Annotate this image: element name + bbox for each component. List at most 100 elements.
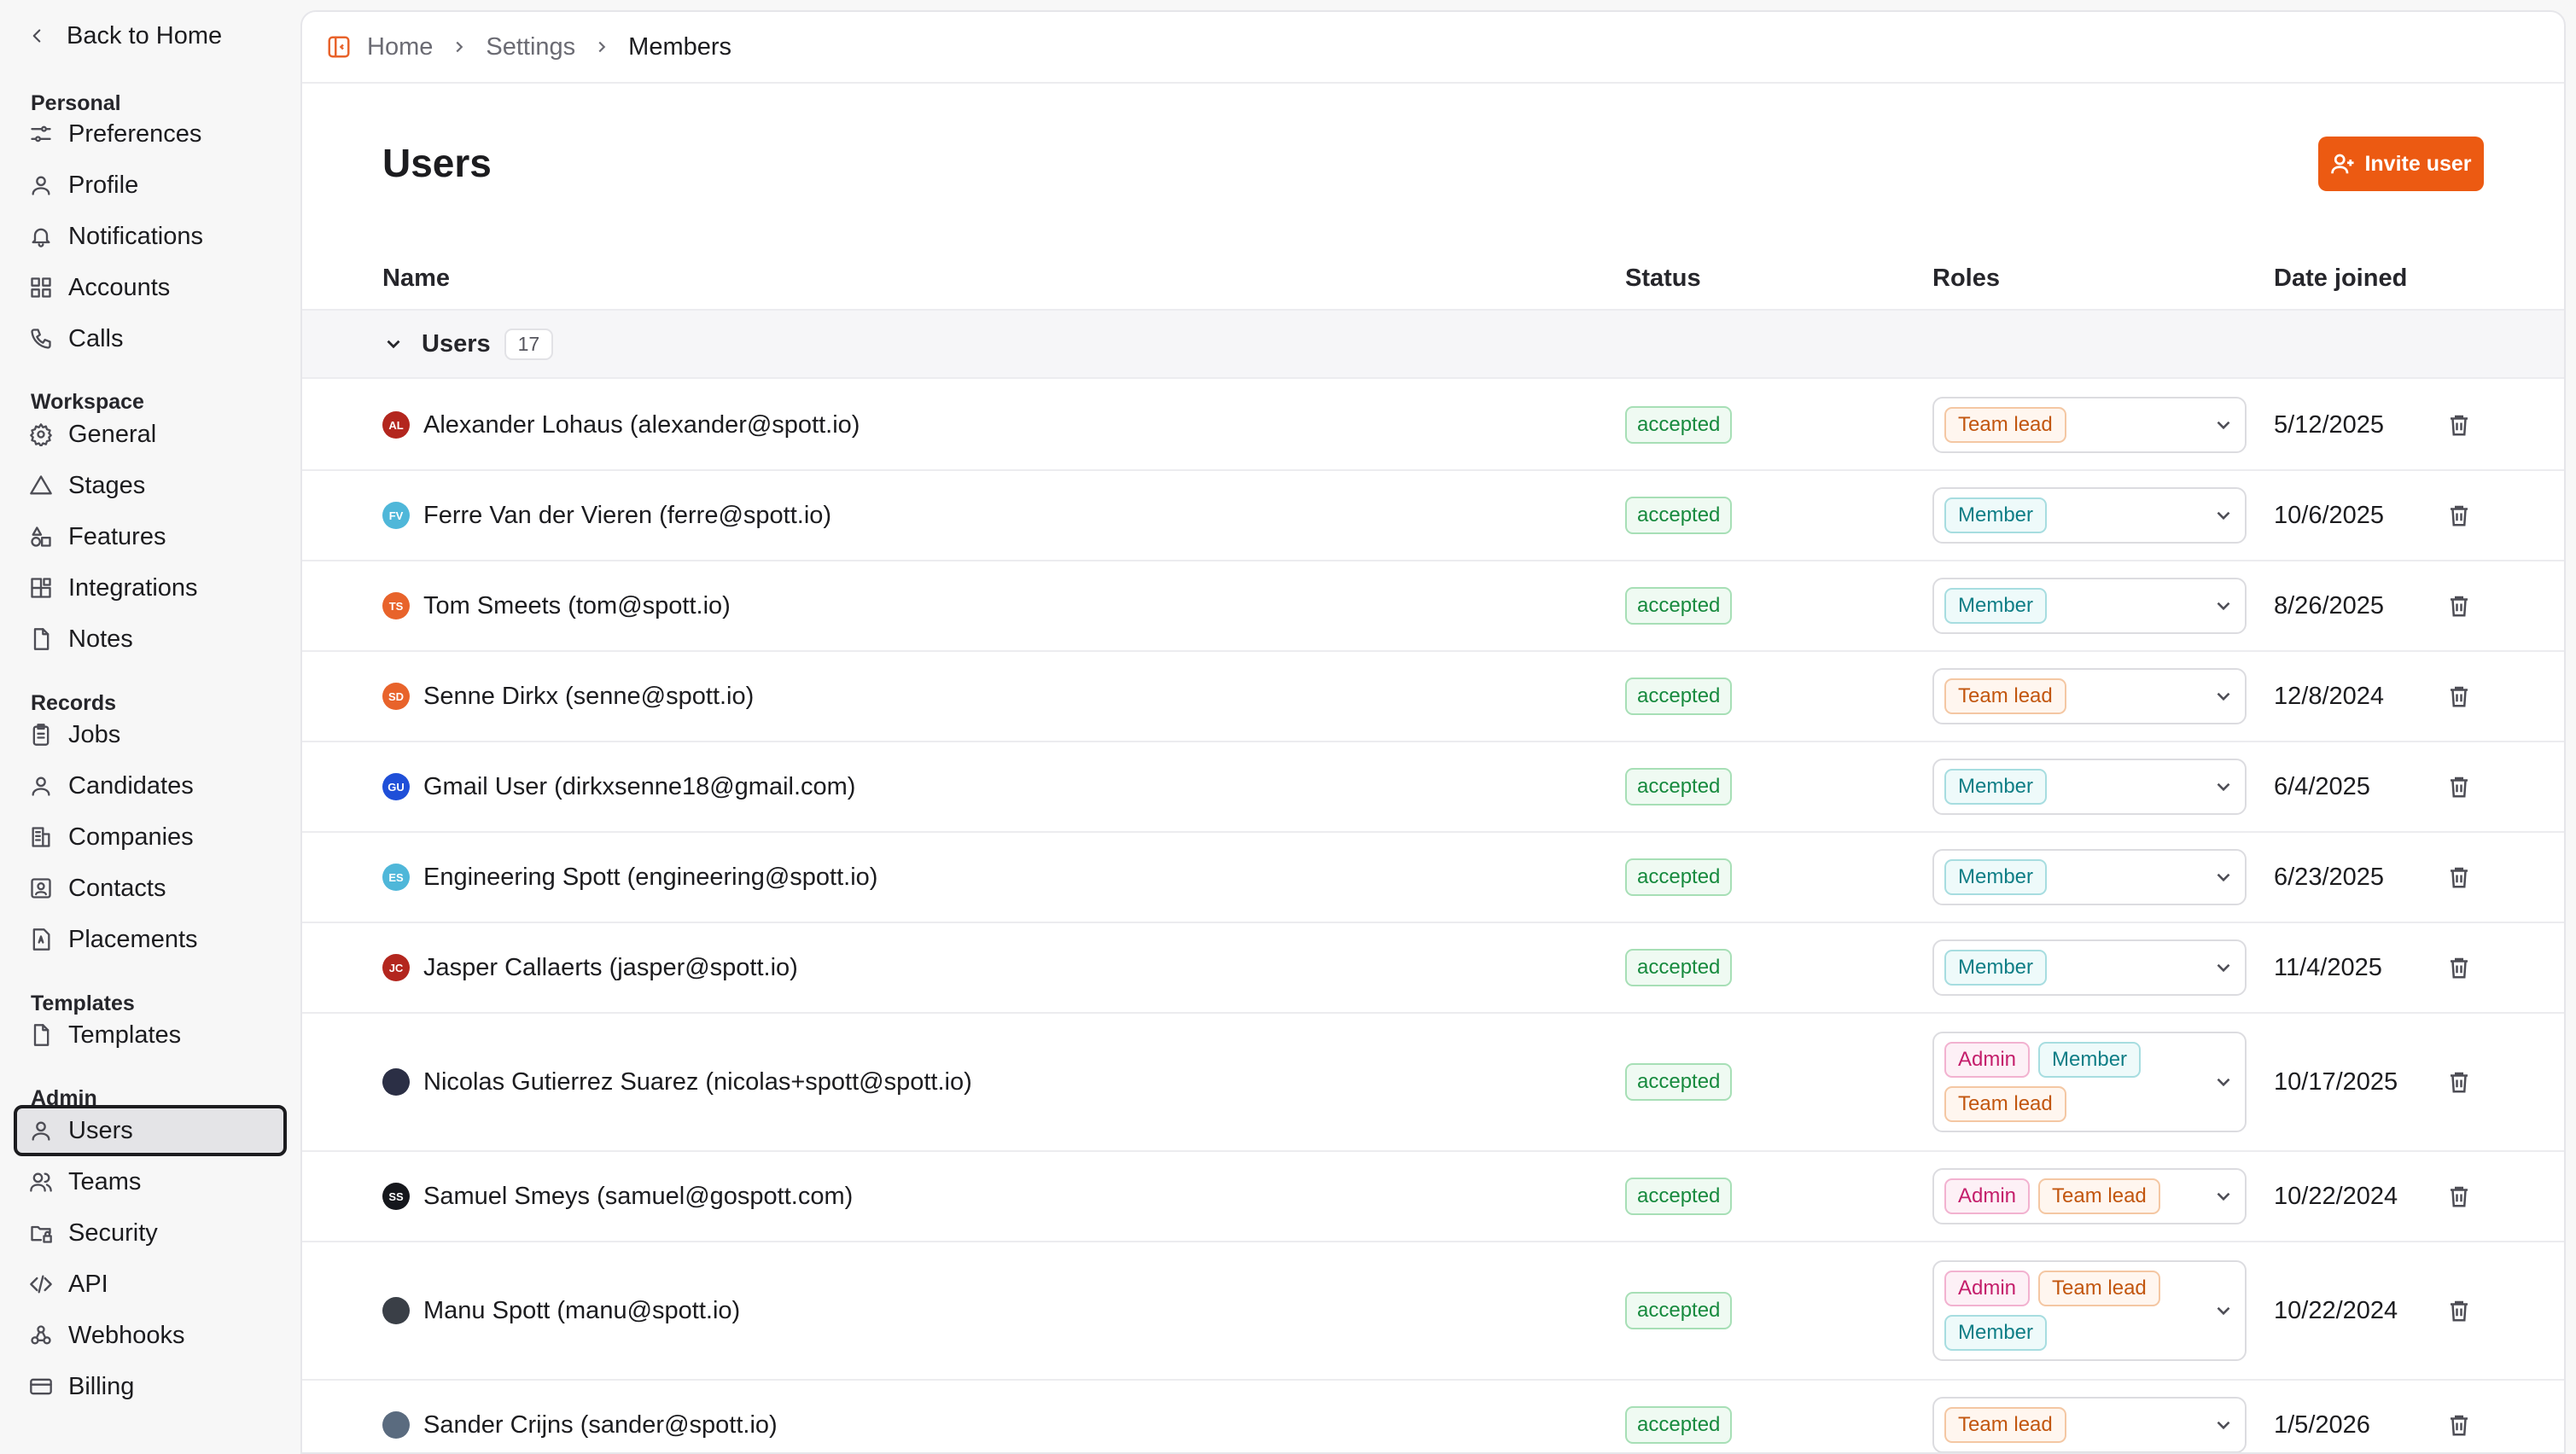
sidebar-item-preferences[interactable]: Preferences [14,108,287,160]
roles-select[interactable]: Team lead [1932,397,2247,453]
breadcrumb-settings[interactable]: Settings [486,33,575,61]
roles-select[interactable]: Admin Member Team lead [1932,1032,2247,1132]
date-joined: 12/8/2024 [2274,682,2385,710]
column-name[interactable]: Name [382,265,450,293]
sidebar-item-webhooks[interactable]: Webhooks [14,1310,287,1361]
chevron-down-icon [2217,1192,2230,1201]
sidebar-item-security[interactable]: Security [14,1207,287,1259]
sidebar-item-api[interactable]: API [14,1259,287,1310]
sidebar-item-general[interactable]: General [14,409,287,460]
avatar: JC [382,954,410,981]
roles-select[interactable]: Member [1932,939,2247,996]
sidebar-item-users[interactable]: Users [14,1105,287,1156]
trash-icon[interactable] [2446,412,2472,438]
sidebar-item-label: Accounts [68,273,171,301]
sidebar-item-accounts[interactable]: Accounts [14,262,287,313]
role-tag: Member [1944,497,2048,533]
chevron-right-icon [592,38,611,56]
avatar: AL [382,411,410,439]
user-name: Alexander Lohaus (alexander@spott.io) [423,410,860,439]
sidebar-toggle-icon[interactable] [326,34,352,60]
sidebar-item-teams[interactable]: Teams [14,1156,287,1207]
roles-select[interactable]: Member [1932,849,2247,905]
avatar: ES [382,864,410,891]
trash-icon[interactable] [2446,503,2472,528]
breadcrumb: Home Settings Members [302,12,2564,84]
sidebar-item-companies[interactable]: Companies [14,811,287,863]
table-row[interactable]: AL Alexander Lohaus (alexander@spott.io) a… [302,381,2564,471]
table-row[interactable]: GU Gmail User (dirkxsenne18@gmail.com) acc… [302,742,2564,833]
status-badge: accepted [1625,1406,1733,1444]
sidebar-item-notes[interactable]: Notes [14,614,287,665]
column-date-joined[interactable]: Date joined [2274,265,2407,293]
column-roles[interactable]: Roles [1932,265,2000,293]
roles-select[interactable]: Admin Team lead [1932,1168,2247,1224]
sidebar: Back to Home Personal Preferences Profile N… [0,0,300,1454]
table-row[interactable]: Nicolas Gutierrez Suarez (nicolas+spott@… [302,1014,2564,1152]
avatar [382,1411,410,1439]
trash-icon[interactable] [2446,1184,2472,1209]
table-row[interactable]: SD Senne Dirkx (senne@spott.io) accepted Te… [302,652,2564,742]
roles-select[interactable]: Team lead [1932,1397,2247,1452]
sidebar-item-label: Security [68,1218,158,1247]
back-to-home-link[interactable]: Back to Home [26,17,222,55]
table-row[interactable]: SS Samuel Smeys (samuel@gospott.com) accep… [302,1152,2564,1242]
sidebar-item-billing[interactable]: Billing [14,1361,287,1412]
table-row[interactable]: ES Engineering Spott (engineering@spott.i… [302,833,2564,923]
roles-select[interactable]: Member [1932,759,2247,815]
user-icon [32,176,50,195]
role-tag: Team lead [2038,1178,2160,1214]
sidebar-item-jobs[interactable]: Jobs [14,709,287,760]
sidebar-item-label: Notifications [68,222,203,250]
group-label: Users [422,329,491,358]
trash-icon[interactable] [2446,774,2472,800]
trash-icon[interactable] [2446,593,2472,619]
table-row[interactable]: TS Tom Smeets (tom@spott.io) accepted Membe… [302,561,2564,652]
trash-icon[interactable] [2446,1069,2472,1095]
date-joined: 6/23/2025 [2274,863,2385,891]
sidebar-item-features[interactable]: Features [14,511,287,562]
trash-icon[interactable] [2446,955,2472,980]
roles-select[interactable]: Member [1932,578,2247,634]
breadcrumb-members: Members [628,32,732,61]
table-row[interactable]: JC Jasper Callaerts (jasper@spott.io) acce… [302,923,2564,1014]
trash-icon[interactable] [2446,1412,2472,1438]
gear-icon [30,423,52,446]
sidebar-item-stages[interactable]: Stages [14,460,287,511]
group-count-badge: 17 [504,328,554,360]
sidebar-item-label: General [68,420,157,448]
building-icon [32,827,50,847]
sidebar-item-label: Billing [68,1372,135,1400]
sidebar-item-templates[interactable]: Templates [14,1009,287,1061]
sidebar-item-notifications[interactable]: Notifications [14,211,287,262]
sidebar-item-integrations[interactable]: Integrations [14,562,287,614]
sidebar-item-candidates[interactable]: Candidates [14,760,287,811]
roles-select[interactable]: Member [1932,487,2247,544]
role-tag: Team lead [1944,407,2066,443]
sidebar-item-contacts[interactable]: Contacts [14,863,287,914]
invite-user-button[interactable]: Invite user [2318,137,2484,191]
sidebar-item-profile[interactable]: Profile [14,160,287,211]
role-tag: Member [1944,950,2048,986]
sidebar-item-calls[interactable]: Calls [14,313,287,364]
chevron-down-icon [2217,421,2230,430]
trash-icon[interactable] [2446,864,2472,890]
user-name: Gmail User (dirkxsenne18@gmail.com) [423,772,856,800]
chevron-left-icon [32,29,41,43]
grid-icon [31,277,51,298]
page-title: Users [382,141,492,185]
column-status[interactable]: Status [1625,265,1701,293]
table-row[interactable]: Sander Crijns (sander@spott.io) accepted T… [302,1381,2564,1452]
role-tag: Team lead [2038,1271,2160,1306]
chevron-down-icon [2217,692,2230,701]
table-row[interactable]: Manu Spott (manu@spott.io) accepted Admin T… [302,1242,2564,1381]
trash-icon[interactable] [2446,683,2472,709]
sidebar-item-placements[interactable]: Placements [14,914,287,965]
breadcrumb-home[interactable]: Home [367,33,433,61]
status-badge: accepted [1625,768,1733,806]
roles-select[interactable]: Team lead [1932,668,2247,724]
roles-select[interactable]: Admin Team lead Member [1932,1260,2247,1361]
trash-icon[interactable] [2446,1298,2472,1323]
table-row[interactable]: FV Ferre Van der Vieren (ferre@spott.io) a… [302,471,2564,561]
users-group-header[interactable]: Users 17 [302,309,2564,379]
